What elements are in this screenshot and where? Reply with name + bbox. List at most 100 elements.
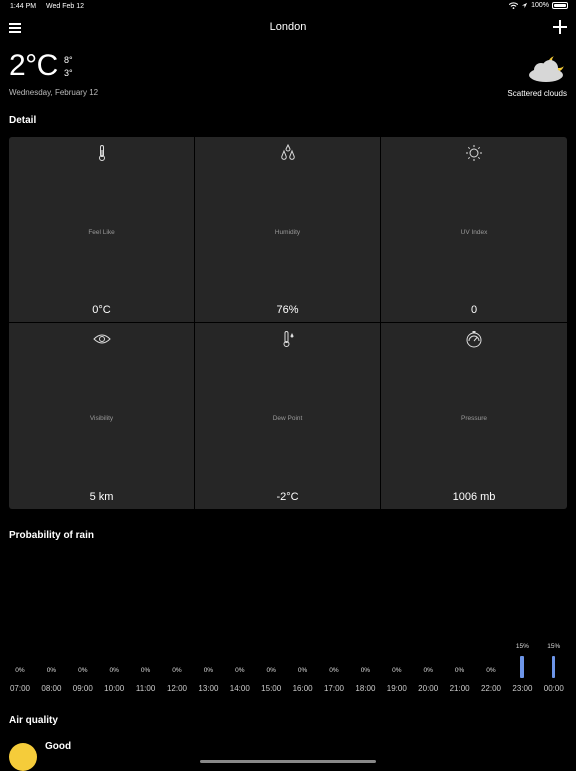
rain-time-label: 20:00 (418, 684, 439, 693)
partly-cloudy-night-icon (529, 54, 566, 82)
sun-icon (466, 145, 482, 161)
rain-percent-label: 15% (547, 643, 561, 650)
rain-time-label: 11:00 (135, 684, 156, 693)
rain-percent-label: 0% (15, 667, 25, 674)
detail-feel-like: Feel Like 0°C (9, 137, 195, 323)
battery-icon (552, 2, 568, 9)
rain-bar (520, 656, 524, 678)
rain-time-label: 23:00 (512, 684, 533, 693)
rain-percent-label: 0% (235, 667, 245, 674)
rain-percent-label: 0% (454, 667, 465, 674)
rain-time-label: 09:00 (72, 684, 93, 693)
rain-hour: 0% 18:00 (350, 640, 380, 700)
weather-condition: Scattered clouds (507, 89, 567, 98)
rain-time-label: 10:00 (104, 684, 125, 693)
battery-percent: 100% (531, 2, 549, 9)
rain-percent-label: 0% (109, 667, 119, 674)
nav-bar: London (0, 14, 576, 42)
status-date: Wed Feb 12 (46, 3, 85, 10)
add-icon[interactable] (553, 20, 567, 34)
rain-hour: 0% 10:00 (99, 640, 129, 700)
rain-time-label: 14:00 (229, 684, 250, 693)
rain-percent-label: 0% (78, 667, 88, 674)
home-indicator (200, 760, 376, 763)
detail-title: Detail (9, 115, 37, 126)
detail-label: UV Index (460, 229, 488, 236)
detail-value: -2°C (276, 491, 299, 503)
detail-label: Humidity (274, 229, 301, 236)
detail-visibility: Visibility 5 km (9, 323, 195, 509)
rain-time-label: 22:00 (480, 684, 502, 693)
rain-time-label: 00:00 (543, 684, 564, 693)
city-title: London (269, 21, 307, 33)
status-bar: 1:44 PM Wed Feb 12 100% (0, 0, 576, 14)
rain-percent-label: 0% (329, 667, 339, 674)
thermometer-icon (98, 145, 105, 161)
rain-hour: 15% 00:00 (539, 640, 569, 700)
status-time: 1:44 PM (10, 3, 37, 10)
rain-time-label: 16:00 (292, 684, 313, 693)
rain-hour: 0% 12:00 (162, 640, 192, 700)
rain-percent-label: 0% (266, 667, 276, 674)
detail-dew-point: Dew Point -2°C (195, 323, 381, 509)
rain-percent-label: 0% (392, 667, 402, 674)
rain-percent-label: 0% (46, 667, 57, 674)
detail-uv-index: UV Index 0 (381, 137, 567, 323)
detail-label: Pressure (460, 415, 487, 422)
detail-grid: Feel Like 0°C Humidity 76% UV Index 0 Vi… (9, 137, 567, 509)
rain-title: Probability of rain (9, 530, 95, 541)
rain-hour: 0% 07:00 (5, 640, 35, 700)
current-date: Wednesday, February 12 (9, 88, 99, 97)
rain-percent-label: 0% (360, 667, 371, 674)
detail-value: 0 (470, 304, 478, 316)
detail-humidity: Humidity 76% (195, 137, 381, 323)
rain-hour: 0% 08:00 (36, 640, 66, 700)
rain-hour: 0% 14:00 (225, 640, 255, 700)
rain-time-label: 18:00 (355, 684, 376, 693)
eye-icon (92, 334, 111, 344)
rain-hour: 0% 11:00 (131, 640, 161, 700)
detail-value: 5 km (89, 491, 114, 503)
rain-time-label: 08:00 (41, 684, 62, 693)
rain-hour: 0% 15:00 (256, 640, 286, 700)
detail-label: Dew Point (272, 415, 303, 422)
rain-percent-label: 0% (172, 667, 182, 674)
rain-hour: 0% 13:00 (193, 640, 223, 700)
rain-hour: 0% 19:00 (382, 640, 412, 700)
rain-time-label: 15:00 (261, 684, 282, 693)
rain-bar (551, 656, 556, 678)
rain-time-label: 07:00 (9, 684, 31, 693)
detail-value: 0°C (92, 304, 111, 316)
rain-hour: 0% 09:00 (68, 640, 98, 700)
rain-time-label: 13:00 (198, 684, 219, 693)
wifi-icon (509, 2, 519, 9)
rain-time-label: 19:00 (386, 684, 407, 693)
detail-pressure: Pressure 1006 mb (381, 323, 567, 509)
air-quality-title: Air quality (9, 715, 58, 726)
rain-hour: 0% 22:00 (476, 640, 506, 700)
rain-hour: 0% 20:00 (413, 640, 443, 700)
detail-label: Feel Like (88, 229, 115, 236)
high-temperature: 8° (64, 55, 73, 65)
rain-hour: 0% 17:00 (319, 640, 349, 700)
air-quality-indicator (9, 743, 37, 771)
rain-time-label: 12:00 (166, 684, 188, 693)
rain-percent-label: 0% (297, 667, 308, 674)
rain-hour: 0% 16:00 (288, 640, 318, 700)
detail-label: Visibility (89, 415, 114, 422)
rain-percent-label: 0% (423, 667, 433, 674)
rain-hour: 15% 23:00 (507, 640, 537, 700)
current-temperature: 2°C (9, 49, 58, 82)
rain-hour: 0% 21:00 (445, 640, 475, 700)
rain-time-label: 21:00 (449, 684, 470, 693)
detail-value: 76% (276, 304, 299, 316)
rain-percent-label: 15% (515, 643, 529, 650)
rain-percent-label: 0% (486, 667, 496, 674)
humidity-icon (280, 144, 295, 160)
dew-point-icon (283, 331, 293, 347)
location-icon (521, 2, 528, 9)
low-temperature: 3° (64, 68, 73, 78)
gauge-icon (466, 331, 482, 348)
rain-percent-label: 0% (140, 667, 151, 674)
rain-percent-label: 0% (203, 667, 214, 674)
